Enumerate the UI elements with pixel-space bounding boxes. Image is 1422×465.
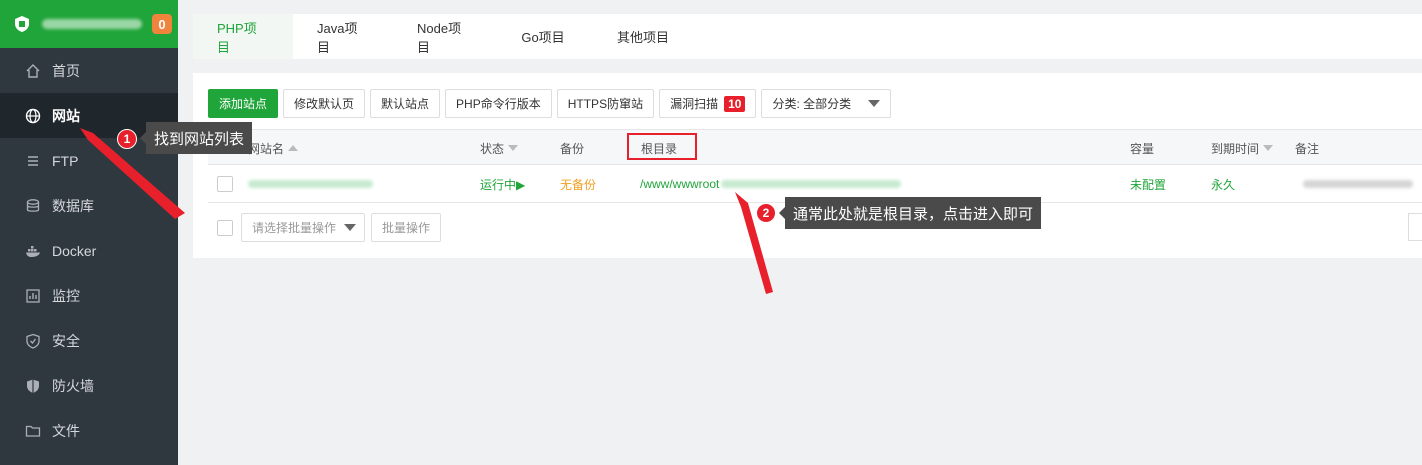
- sidebar-item-label: 文件: [52, 422, 80, 439]
- ftp-icon: [24, 152, 42, 170]
- sidebar: 0 首页 网站 FTP 数据库 Docker 监控 安全 防火墙 文件: [0, 0, 178, 465]
- sidebar-item-monitor[interactable]: 监控: [0, 273, 178, 318]
- batch-select[interactable]: 请选择批量操作: [241, 213, 365, 242]
- sidebar-item-label: 安全: [52, 332, 80, 349]
- chevron-down-icon: [868, 100, 881, 107]
- notification-badge[interactable]: 0: [152, 14, 172, 34]
- sidebar-item-label: 数据库: [52, 197, 94, 214]
- site-backup[interactable]: 无备份: [560, 165, 596, 203]
- php-cli-version-button[interactable]: PHP命令行版本: [445, 89, 552, 118]
- default-site-button[interactable]: 默认站点: [370, 89, 441, 118]
- bt-logo-icon: [12, 14, 32, 34]
- sidebar-item-docker[interactable]: Docker: [0, 228, 178, 273]
- https-protection-button[interactable]: HTTPS防窜站: [556, 89, 655, 118]
- step-1-marker: 1: [117, 129, 137, 149]
- tab-php[interactable]: PHP项目: [193, 14, 293, 59]
- sort-desc-icon: [508, 145, 519, 151]
- sort-asc-icon: [288, 145, 299, 151]
- sidebar-item-label: 网站: [52, 107, 80, 124]
- site-name-link[interactable]: [248, 180, 373, 188]
- sidebar-item-files[interactable]: 文件: [0, 408, 178, 453]
- sidebar-item-label: FTP: [52, 152, 79, 169]
- root-dir-highlight: [627, 133, 697, 160]
- col-expiry[interactable]: 到期时间: [1211, 130, 1274, 166]
- tab-node[interactable]: Node项目: [393, 14, 493, 59]
- category-select-value: 分类: 全部分类: [772, 97, 852, 111]
- vuln-scan-label: 漏洞扫描: [670, 97, 719, 111]
- step-2-marker: 2: [756, 203, 776, 223]
- col-site-name-label: 网站名: [248, 141, 285, 156]
- database-icon: [24, 197, 42, 215]
- folder-icon: [24, 422, 42, 440]
- home-icon: [24, 62, 42, 80]
- tab-java[interactable]: Java项目: [293, 14, 393, 59]
- col-status[interactable]: 状态: [480, 130, 519, 166]
- monitor-icon: [24, 287, 42, 305]
- sort-desc-icon: [1263, 145, 1274, 151]
- site-capacity[interactable]: 未配置: [1130, 165, 1166, 203]
- row-checkbox[interactable]: [217, 176, 233, 192]
- site-status[interactable]: 运行中▶: [480, 165, 525, 203]
- add-site-button[interactable]: 添加站点: [208, 89, 279, 118]
- site-expiry[interactable]: 永久: [1211, 165, 1235, 203]
- modify-default-page-button[interactable]: 修改默认页: [283, 89, 366, 118]
- root-dir-path: /www/wwwroot: [640, 177, 720, 191]
- batch-actions: 请选择批量操作 批量操作: [208, 213, 442, 242]
- select-all-checkbox[interactable]: [217, 219, 233, 236]
- sidebar-item-firewall[interactable]: 防火墙: [0, 363, 178, 408]
- col-note: 备注: [1295, 141, 1320, 156]
- sidebar-item-label: 监控: [52, 287, 80, 304]
- root-dir-path-redacted: [721, 180, 902, 188]
- step-2-tooltip: 通常此处就是根目录，点击进入即可: [778, 197, 1042, 229]
- globe-icon: [24, 107, 42, 125]
- sidebar-item-security[interactable]: 安全: [0, 318, 178, 363]
- sidebar-item-label: 首页: [52, 62, 80, 79]
- site-note[interactable]: [1303, 180, 1413, 188]
- docker-icon: [24, 242, 42, 260]
- sidebar-item-database[interactable]: 数据库: [0, 183, 178, 228]
- sidebar-item-label: Docker: [52, 242, 97, 259]
- site-list-panel: 添加站点 修改默认页 默认站点 PHP命令行版本 HTTPS防窜站 漏洞扫描 1…: [193, 73, 1422, 258]
- chevron-down-icon: [344, 224, 357, 231]
- shield-icon: [24, 332, 42, 350]
- category-select[interactable]: 分类: 全部分类: [761, 89, 892, 118]
- batch-select-placeholder: 请选择批量操作: [252, 221, 337, 235]
- sidebar-item-label: 防火墙: [52, 377, 94, 394]
- tab-go[interactable]: Go项目: [493, 14, 593, 59]
- col-expiry-label: 到期时间: [1211, 141, 1260, 156]
- col-site-name[interactable]: 网站名: [248, 130, 299, 166]
- sidebar-item-home[interactable]: 首页: [0, 48, 178, 93]
- table-header: 网站名 状态 备份 根目录 容量 到期时间 备注: [208, 129, 1422, 165]
- vuln-scan-button[interactable]: 漏洞扫描 10: [659, 89, 757, 118]
- toolbar: 添加站点 修改默认页 默认站点 PHP命令行版本 HTTPS防窜站 漏洞扫描 1…: [208, 89, 892, 118]
- batch-action-button[interactable]: 批量操作: [371, 213, 442, 242]
- col-backup: 备份: [560, 141, 585, 156]
- site-table: 网站名 状态 备份 根目录 容量 到期时间 备注 运行中▶ 无备份 /www/w…: [208, 129, 1422, 203]
- sidebar-header: 0: [0, 0, 178, 48]
- col-status-label: 状态: [480, 141, 505, 156]
- server-hostname: [42, 19, 142, 29]
- firewall-icon: [24, 377, 42, 395]
- step-1-tooltip: 找到网站列表: [139, 122, 253, 154]
- sidebar-nav: 首页 网站 FTP 数据库 Docker 监控 安全 防火墙 文件: [0, 48, 178, 453]
- col-capacity: 容量: [1130, 141, 1155, 156]
- tab-other[interactable]: 其他项目: [593, 14, 693, 59]
- vuln-count-badge: 10: [724, 95, 746, 112]
- project-tabs: PHP项目 Java项目 Node项目 Go项目 其他项目: [193, 14, 1422, 59]
- pagination[interactable]: [1408, 213, 1422, 241]
